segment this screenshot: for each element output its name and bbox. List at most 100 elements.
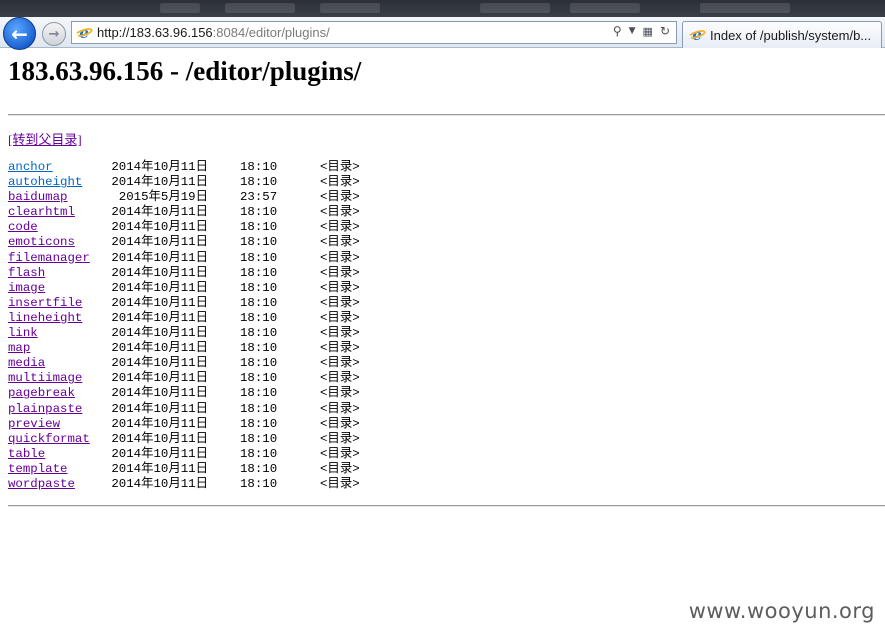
tab-title: Index of /publish/system/b...	[710, 27, 872, 43]
entry-link[interactable]: multiimage	[8, 371, 82, 385]
entry-time: 18:10	[240, 431, 278, 446]
browser-tab-active[interactable]: e Index of /publish/system/b...	[682, 21, 882, 48]
entry-type: <目录>	[320, 476, 360, 491]
parent-directory-link[interactable]: [转到父目录]	[8, 129, 82, 148]
listing-row: 2014年10月11日 18:10 <目录> flash	[8, 266, 885, 281]
blurred-tab	[225, 3, 295, 13]
forward-button[interactable]: →	[42, 22, 66, 46]
entry-link[interactable]: table	[8, 447, 45, 461]
listing-row: 2014年10月11日 18:10 <目录> insertfile	[8, 296, 885, 311]
entry-link[interactable]: pagebreak	[8, 386, 75, 400]
entry-type: <目录>	[320, 280, 360, 295]
blurred-tab	[570, 3, 640, 13]
arrow-left-icon: ←	[11, 21, 28, 46]
entry-time: 18:10	[240, 175, 278, 190]
entry-time: 18:10	[240, 280, 278, 295]
address-host: http://183.63.96.156	[97, 25, 213, 40]
entry-type: <目录>	[320, 356, 360, 371]
address-url[interactable]: http://183.63.96.156:8084/editor/plugins…	[97, 25, 330, 40]
entry-date: 2014年10月11日	[111, 476, 208, 491]
entry-link[interactable]: link	[8, 326, 38, 340]
entry-link[interactable]: image	[8, 281, 45, 295]
entry-link[interactable]: code	[8, 220, 38, 234]
entry-date: 2014年10月11日	[111, 175, 208, 190]
arrow-right-icon: →	[48, 26, 60, 42]
entry-type: <目录>	[320, 326, 360, 341]
entry-date: 2014年10月11日	[111, 295, 208, 310]
refresh-icon[interactable]: ↻	[660, 24, 670, 38]
entry-type: <目录>	[320, 401, 360, 416]
listing-row: 2014年10月11日 18:10 <目录> clearhtml	[8, 205, 885, 220]
entry-time: 18:10	[240, 461, 278, 476]
entry-date: 2014年10月11日	[111, 326, 208, 341]
entry-link[interactable]: clearhtml	[8, 205, 75, 219]
page-title: 183.63.96.156 - /editor/plugins/	[8, 56, 362, 86]
blurred-tab	[160, 3, 200, 13]
entry-time: 18:10	[240, 446, 278, 461]
entry-link[interactable]: map	[8, 341, 30, 355]
entry-link[interactable]: plainpaste	[8, 402, 82, 416]
entry-link[interactable]: autoheight	[8, 175, 82, 189]
entry-link[interactable]: flash	[8, 266, 45, 280]
back-button[interactable]: ←	[3, 17, 36, 50]
search-icon[interactable]: ⚲	[613, 24, 622, 38]
listing-row: 2014年10月11日 18:10 <目录> quickformat	[8, 432, 885, 447]
address-tools: ⚲ ▼ ▦ ↻	[613, 24, 670, 38]
entry-date: 2014年10月11日	[111, 416, 208, 431]
taskbar-strip	[0, 0, 885, 17]
listing-row: 2015年5月19日 23:57 <目录> baidumap	[8, 190, 885, 205]
top-divider	[8, 114, 885, 116]
listing-row: 2014年10月11日 18:10 <目录> template	[8, 462, 885, 477]
listing-row: 2014年10月11日 18:10 <目录> pagebreak	[8, 386, 885, 401]
entry-time: 18:10	[240, 386, 278, 401]
listing-row: 2014年10月11日 18:10 <目录> image	[8, 281, 885, 296]
listing-row: 2014年10月11日 18:10 <目录> emoticons	[8, 235, 885, 250]
entry-time: 18:10	[240, 356, 278, 371]
entry-time: 18:10	[240, 476, 278, 491]
entry-date: 2014年10月11日	[111, 371, 208, 386]
entry-date: 2015年5月19日	[118, 190, 208, 205]
dropdown-arrow-icon[interactable]: ▼	[629, 26, 636, 36]
entry-link[interactable]: filemanager	[8, 251, 90, 265]
entry-link[interactable]: insertfile	[8, 296, 82, 310]
compatibility-view-icon[interactable]: ▦	[643, 25, 653, 38]
entry-type: <目录>	[320, 205, 360, 220]
bottom-divider	[8, 505, 885, 507]
entry-type: <目录>	[320, 175, 360, 190]
listing-row: 2014年10月11日 18:10 <目录> plainpaste	[8, 402, 885, 417]
entry-time: 18:10	[240, 160, 278, 174]
entry-type: <目录>	[320, 190, 360, 205]
listing-row: 2014年10月11日 18:10 <目录> link	[8, 326, 885, 341]
entry-date: 2014年10月11日	[111, 431, 208, 446]
entry-date: 2014年10月11日	[111, 386, 208, 401]
entry-link[interactable]: template	[8, 462, 68, 476]
entry-time: 23:57	[240, 190, 278, 205]
entry-time: 18:10	[240, 295, 278, 310]
entry-date: 2014年10月11日	[111, 280, 208, 295]
entry-type: <目录>	[320, 310, 360, 325]
entry-type: <目录>	[320, 250, 360, 265]
entry-time: 18:10	[240, 250, 278, 265]
entry-link[interactable]: emoticons	[8, 235, 75, 249]
listing-row: 2014年10月11日 18:10 <目录> wordpaste	[8, 477, 885, 492]
entry-time: 18:10	[240, 235, 278, 250]
entry-date: 2014年10月11日	[111, 341, 208, 356]
entry-link[interactable]: preview	[8, 417, 60, 431]
address-bar[interactable]: e http://183.63.96.156:8084/editor/plugi…	[71, 21, 677, 44]
entry-link[interactable]: wordpaste	[8, 477, 75, 491]
entry-link[interactable]: lineheight	[8, 311, 82, 325]
entry-date: 2014年10月11日	[111, 310, 208, 325]
entry-type: <目录>	[320, 371, 360, 386]
ie-tab-icon: e	[689, 26, 705, 44]
entry-date: 2014年10月11日	[111, 356, 208, 371]
entry-link[interactable]: anchor	[8, 160, 53, 174]
listing-row: 2014年10月11日 18:10 <目录> map	[8, 341, 885, 356]
entry-link[interactable]: media	[8, 356, 45, 370]
entry-link[interactable]: quickformat	[8, 432, 90, 446]
entry-link[interactable]: baidumap	[8, 190, 68, 204]
address-path: :8084/editor/plugins/	[212, 25, 330, 40]
listing-row: 2014年10月11日 18:10 <目录> lineheight	[8, 311, 885, 326]
entry-date: 2014年10月11日	[111, 401, 208, 416]
entry-type: <目录>	[320, 220, 360, 235]
listing-row: 2014年10月11日 18:10 <目录> multiimage	[8, 371, 885, 386]
